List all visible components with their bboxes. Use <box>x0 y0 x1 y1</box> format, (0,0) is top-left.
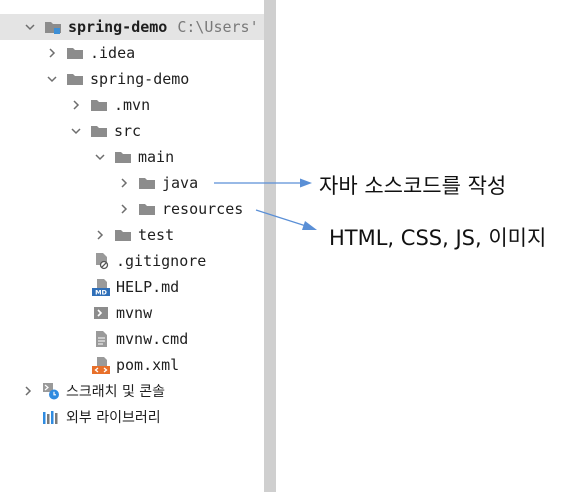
mvnw-cmd-label: mvnw.cmd <box>116 330 189 348</box>
chevron-right-icon[interactable] <box>116 175 132 191</box>
folder-icon <box>114 148 132 166</box>
ignored-file-icon <box>92 252 110 270</box>
java-arrow-head <box>300 178 312 188</box>
folder-icon <box>138 174 156 192</box>
chevron-right-icon[interactable] <box>68 97 84 113</box>
external-libraries-label: 외부 라이브러리 <box>66 410 161 426</box>
folder-icon <box>114 226 132 244</box>
tree-node-mvnw[interactable]: mvnw <box>92 300 152 326</box>
pom-label: pom.xml <box>116 356 180 374</box>
scrollbar-gutter[interactable] <box>264 0 276 492</box>
java-annotation: 자바 소스코드를 작성 <box>319 174 507 198</box>
chevron-right-icon[interactable] <box>116 201 132 217</box>
java-label: java <box>162 174 199 192</box>
tree-node-help[interactable]: MD HELP.md <box>92 274 179 300</box>
text-file-icon <box>92 330 110 348</box>
src-label: src <box>114 122 142 140</box>
main-label: main <box>138 148 175 166</box>
tree-node-pom[interactable]: pom.xml <box>92 352 179 378</box>
resources-annotation: HTML, CSS, JS, 이미지 <box>329 226 547 250</box>
chevron-down-icon[interactable] <box>44 71 60 87</box>
tree-node-module[interactable]: spring-demo <box>44 66 189 92</box>
idea-label: .idea <box>90 44 136 62</box>
tree-node-scratches[interactable]: 스크래치 및 콘솔 <box>20 378 165 404</box>
gitignore-label: .gitignore <box>116 252 207 270</box>
chevron-right-icon[interactable] <box>44 45 60 61</box>
resources-arrow-head <box>302 221 317 230</box>
root-path: C:\Users' <box>177 18 259 36</box>
mvn-label: .mvn <box>114 96 151 114</box>
module-label: spring-demo <box>90 70 190 88</box>
tree-node-main[interactable]: main <box>92 144 174 170</box>
tree-node-idea[interactable]: .idea <box>44 40 135 66</box>
tree-node-mvn[interactable]: .mvn <box>68 92 150 118</box>
library-icon <box>42 408 60 426</box>
folder-icon <box>66 70 84 88</box>
svg-text:MD: MD <box>95 289 107 297</box>
shell-script-icon <box>92 304 110 322</box>
scratches-icon <box>42 382 60 400</box>
tree-node-resources[interactable]: resources <box>116 196 243 222</box>
markdown-file-icon: MD <box>92 278 110 296</box>
folder-icon <box>66 44 84 62</box>
folder-icon <box>90 122 108 140</box>
chevron-right-icon[interactable] <box>20 383 36 399</box>
tree-node-src[interactable]: src <box>68 118 141 144</box>
folder-icon <box>90 96 108 114</box>
help-label: HELP.md <box>116 278 180 296</box>
chevron-down-icon[interactable] <box>92 149 108 165</box>
tree-node-mvnw-cmd[interactable]: mvnw.cmd <box>92 326 188 352</box>
module-folder-icon <box>44 18 62 36</box>
tree-node-gitignore[interactable]: .gitignore <box>92 248 206 274</box>
scratches-label: 스크래치 및 콘솔 <box>66 384 166 400</box>
project-tool-window: spring-demo C:\Users' .idea spring-demo … <box>0 0 264 492</box>
root-label: spring-demo <box>68 18 168 36</box>
tree-node-external-libraries[interactable]: 외부 라이브러리 <box>42 404 161 430</box>
tree-node-java[interactable]: java <box>116 170 198 196</box>
mvnw-label: mvnw <box>116 304 153 322</box>
chevron-down-icon[interactable] <box>22 19 38 35</box>
folder-icon <box>138 200 156 218</box>
chevron-right-icon[interactable] <box>92 227 108 243</box>
test-label: test <box>138 226 175 244</box>
chevron-down-icon[interactable] <box>68 123 84 139</box>
xml-file-icon <box>92 356 110 374</box>
resources-label: resources <box>162 200 244 218</box>
tree-node-test[interactable]: test <box>92 222 174 248</box>
tree-node-root[interactable]: spring-demo C:\Users' <box>0 14 264 40</box>
